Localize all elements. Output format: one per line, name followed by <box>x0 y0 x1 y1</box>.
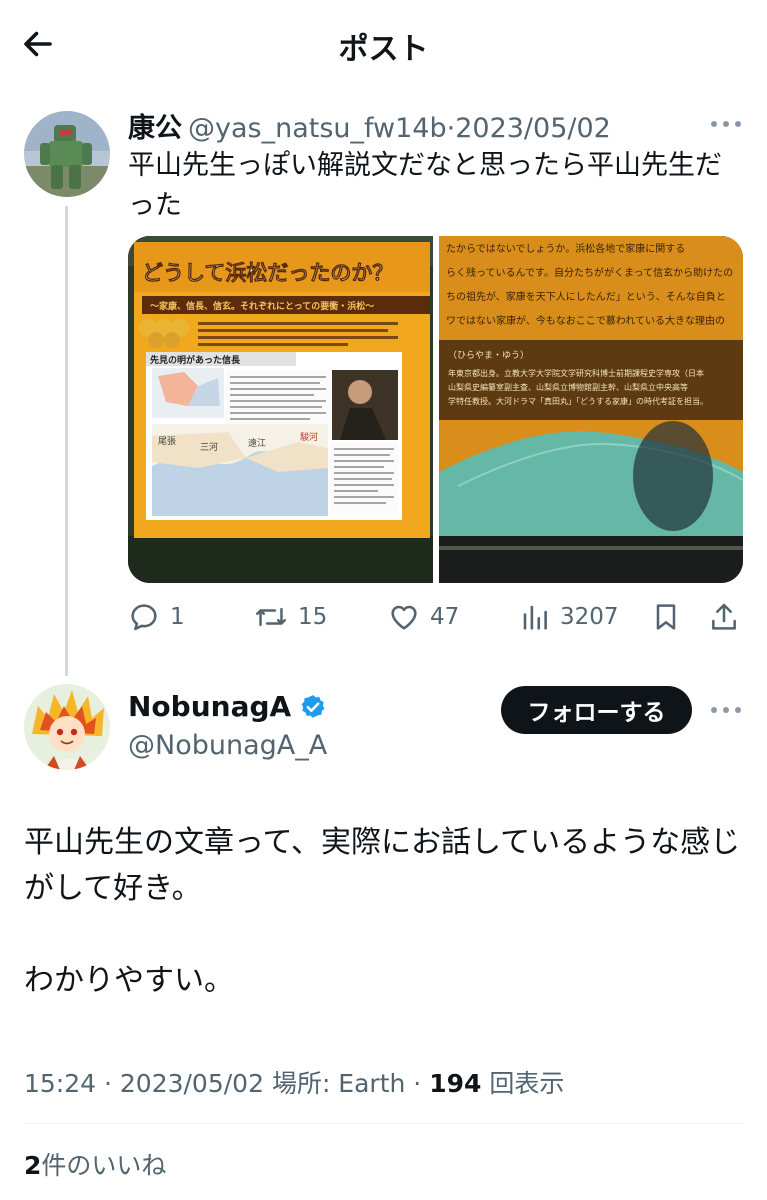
views-icon <box>523 605 547 630</box>
user-handle[interactable]: @yas_natsu_fw14b <box>188 113 447 144</box>
like-count: 47 <box>430 604 460 630</box>
profile-line-2: 年東京都出身。立教大学大学院文学研究科博士前期課程史学専攻（日本 <box>448 368 704 378</box>
avatar[interactable] <box>24 111 110 197</box>
more-button[interactable] <box>708 114 744 134</box>
map-label-totomi: 遠江 <box>248 437 266 449</box>
divider <box>24 1123 743 1124</box>
article-line-4: ワではない家康が、今もなおここで慕われている大きな理由の <box>446 314 725 327</box>
tweet-meta: 15:24 · 2023/05/02 場所: Earth · 194 回表示 <box>24 1069 565 1098</box>
section-label: 先見の明があった信長 <box>150 354 241 366</box>
author-name-row: NobunagA <box>128 690 327 723</box>
bookmark-button[interactable] <box>650 596 682 638</box>
parent-tweet-header: 康公 @yas_natsu_fw14b·2023/05/02 <box>128 106 611 145</box>
user-handle[interactable]: @NobunagA_A <box>128 730 327 761</box>
post-time[interactable]: 15:24 <box>24 1069 96 1098</box>
panel-title: どうして浜松だったのか？ <box>142 261 393 285</box>
separator-dot: · <box>446 113 456 144</box>
map-label-owari: 尾張 <box>158 436 176 447</box>
post-date[interactable]: 2023/05/02 <box>455 113 611 144</box>
view-label: 回表示 <box>489 1069 565 1098</box>
action-bar: 1 15 47 3207 <box>128 596 743 638</box>
bookmark-icon <box>656 604 676 630</box>
reply-icon <box>131 604 157 631</box>
page-title: ポスト <box>338 32 429 67</box>
location: 場所: Earth <box>271 1069 406 1098</box>
display-name[interactable]: 康公 <box>128 113 182 144</box>
thread-connector <box>65 206 68 676</box>
avatar[interactable] <box>24 684 110 770</box>
likes-summary[interactable]: 2件のいいね <box>24 1146 166 1182</box>
views-button[interactable]: 3207 <box>520 596 619 638</box>
article-line-2: らく残っているんです。自分たちががくまって信玄から助けたの <box>446 266 733 279</box>
likes-count: 2 <box>24 1151 42 1180</box>
tweet-media[interactable]: どうして浜松だったのか？ 〜家康、信長、信玄。それぞれにとっての要衝・浜松〜 先… <box>128 236 743 583</box>
article-line-1: たからではないでしょうか。浜松各地で家康に関する <box>446 242 685 255</box>
like-icon <box>391 605 417 630</box>
profile-line-4: 学特任教授。大河ドラマ「真田丸」「どうする家康」の時代考証を担当。 <box>448 396 708 406</box>
tweet-text: 平山先生の文章って、実際にお話しているような感じがして好き。 わかりやすい。 <box>24 820 749 1004</box>
likes-label: 件のいいね <box>41 1151 167 1180</box>
retweet-icon <box>256 607 286 627</box>
map-label-mikawa: 三河 <box>200 441 218 453</box>
panel-subtitle: 〜家康、信長、信玄。それぞれにとっての要衝・浜松〜 <box>150 300 374 312</box>
display-name[interactable]: NobunagA <box>128 690 291 723</box>
post-date[interactable]: 2023/05/02 <box>120 1069 264 1098</box>
retweet-count: 15 <box>298 604 328 630</box>
top-bar: ポスト <box>0 0 767 88</box>
reply-button[interactable]: 1 <box>128 596 185 638</box>
profile-line-1: （ひらやま・ゆう） <box>448 350 529 361</box>
view-count: 194 <box>429 1069 482 1098</box>
verified-badge-icon <box>299 693 327 721</box>
tweet-text: 平山先生っぽい解説文だなと思ったら平山先生だった <box>128 150 722 221</box>
more-icon <box>711 121 741 127</box>
tweet-paragraph: わかりやすい。 <box>24 963 234 998</box>
tweet-paragraph: 平山先生の文章って、実際にお話しているような感じがして好き。 <box>24 825 741 906</box>
more-icon <box>711 707 741 713</box>
follow-button[interactable]: フォローする <box>501 686 692 734</box>
share-icon <box>712 603 736 630</box>
retweet-button[interactable]: 15 <box>254 596 327 638</box>
map-label-suruga: 駿河 <box>300 431 318 443</box>
reply-count: 1 <box>170 604 185 630</box>
share-button[interactable] <box>708 596 740 638</box>
more-button[interactable] <box>708 700 744 720</box>
article-line-3: ちの祖先が、家康を天下人にしたんだ」という、そんな自負と <box>446 290 726 303</box>
views-count: 3207 <box>560 604 619 630</box>
profile-line-3: 山梨県史編纂室副主査、山梨県立博物館副主幹、山梨県立中央高等 <box>448 382 688 392</box>
like-button[interactable]: 47 <box>388 596 459 638</box>
